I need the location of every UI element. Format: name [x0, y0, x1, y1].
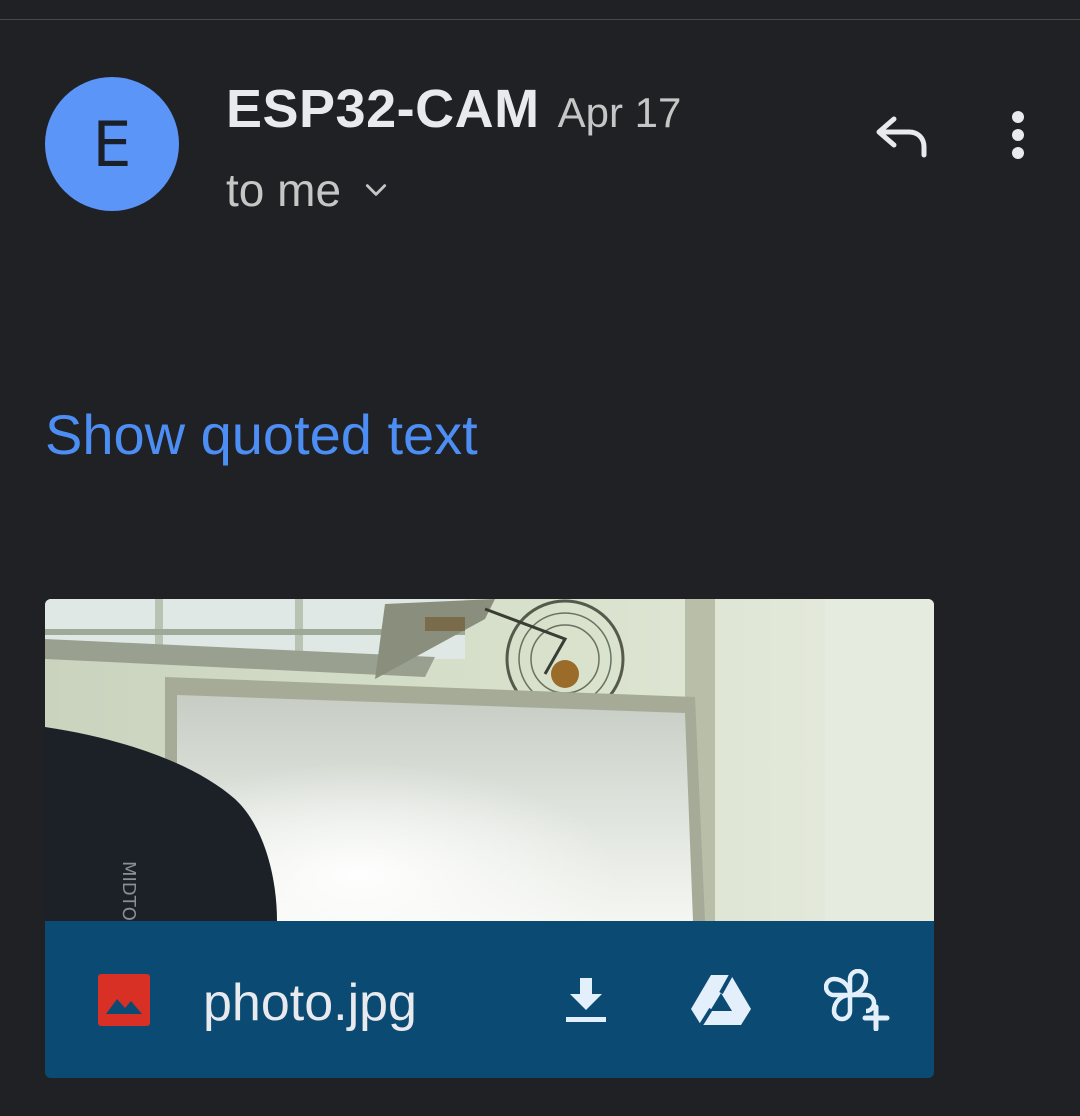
top-divider — [0, 19, 1080, 20]
attachment-card[interactable]: MIDTO photo.jpg — [45, 599, 934, 1078]
photos-add-icon — [824, 969, 890, 1031]
save-to-drive-button[interactable] — [685, 964, 757, 1036]
svg-text:MIDTO: MIDTO — [118, 861, 139, 921]
show-quoted-text-link[interactable]: Show quoted text — [45, 402, 478, 467]
download-icon — [566, 978, 606, 1022]
download-button[interactable] — [550, 964, 622, 1036]
photo-preview[interactable]: MIDTO — [45, 599, 934, 921]
sender-avatar[interactable]: E — [45, 77, 179, 211]
chevron-down-icon — [365, 184, 387, 196]
sender-name[interactable]: ESP32-CAM — [226, 78, 540, 140]
reply-icon — [876, 116, 927, 158]
attachment-file-name: photo.jpg — [203, 974, 417, 1032]
add-to-photos-button[interactable] — [821, 964, 893, 1036]
more-vert-icon — [1012, 111, 1024, 159]
more-options-button[interactable] — [996, 104, 1040, 166]
message-date: Apr 17 — [557, 89, 682, 136]
image-file-icon — [98, 974, 150, 1026]
reply-button[interactable] — [866, 106, 936, 164]
sender-line: ESP32-CAM Apr 17 — [226, 78, 681, 140]
recipient-details-toggle[interactable]: to me — [226, 163, 389, 217]
avatar-initial: E — [92, 107, 132, 181]
drive-icon — [691, 974, 751, 1027]
attachment-bar: photo.jpg — [45, 921, 934, 1078]
recipient-label: to me — [226, 164, 342, 216]
